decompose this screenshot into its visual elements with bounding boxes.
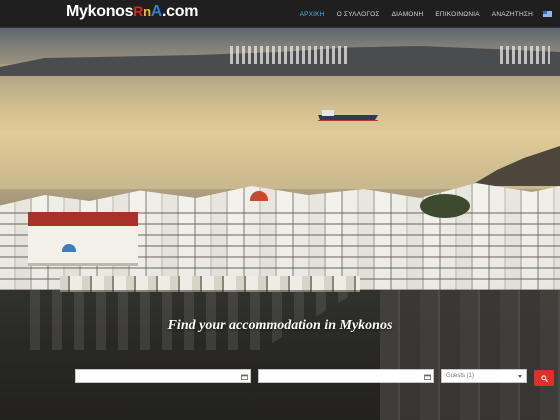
hero-far-houses: [230, 46, 350, 64]
checkin-input[interactable]: [76, 376, 250, 388]
menu-item-association[interactable]: Ο ΣΥΛΛΟΓΟΣ: [331, 0, 386, 28]
site-logo[interactable]: MykonosRnA.com: [66, 3, 198, 21]
checkout-input[interactable]: [259, 376, 433, 388]
hero-dark-overlay: [0, 290, 560, 420]
logo-text-n: n: [143, 4, 151, 19]
logo-text-mykonos: Mykonos: [66, 3, 134, 20]
hero-trees: [420, 194, 470, 218]
checkout-date-field[interactable]: [258, 369, 434, 388]
hero-far-houses-right: [500, 46, 550, 64]
search-icon: [540, 374, 548, 382]
top-navbar: MykonosRnA.com ΑΡΧΙΚΗ Ο ΣΥΛΛΟΓΟΣ ΔΙΑΜΟΝΗ…: [0, 0, 560, 28]
calendar-icon[interactable]: [424, 374, 431, 380]
guests-selected-value: Guests (1): [446, 373, 475, 379]
menu-item-search[interactable]: ΑΝΑΖΗΤΗΣΗ: [486, 0, 539, 28]
menu-item-home[interactable]: ΑΡΧΙΚΗ: [294, 0, 331, 28]
calendar-icon[interactable]: [241, 374, 248, 380]
hero-building: [28, 226, 138, 266]
menu-item-contact[interactable]: ΕΠΙΚΟΙΝΩΝΙΑ: [429, 0, 485, 28]
chevron-down-icon: [518, 374, 522, 378]
menu-item-accommodation[interactable]: ΔΙΑΜΟΝΗ: [386, 0, 430, 28]
logo-text-a: A: [150, 3, 163, 20]
logo-text-com: .com: [161, 3, 199, 20]
hero-red-roof: [28, 212, 138, 226]
checkin-date-field[interactable]: [75, 369, 251, 388]
hero-tagline: Find your accommodation in Mykonos: [167, 318, 393, 333]
hero-sea: [0, 64, 560, 189]
guests-select[interactable]: Guests (1): [441, 369, 527, 383]
logo-text-r: R: [133, 3, 144, 19]
main-menu: ΑΡΧΙΚΗ Ο ΣΥΛΛΟΓΟΣ ΔΙΑΜΟΝΗ ΕΠΙΚΟΙΝΩΝΙΑ ΑΝ…: [294, 0, 554, 28]
hero-ship: [318, 110, 378, 121]
hero-blue-dome: [62, 244, 76, 252]
search-button[interactable]: [534, 370, 554, 386]
greek-flag-icon[interactable]: [543, 11, 552, 17]
hero-image: [0, 28, 560, 420]
